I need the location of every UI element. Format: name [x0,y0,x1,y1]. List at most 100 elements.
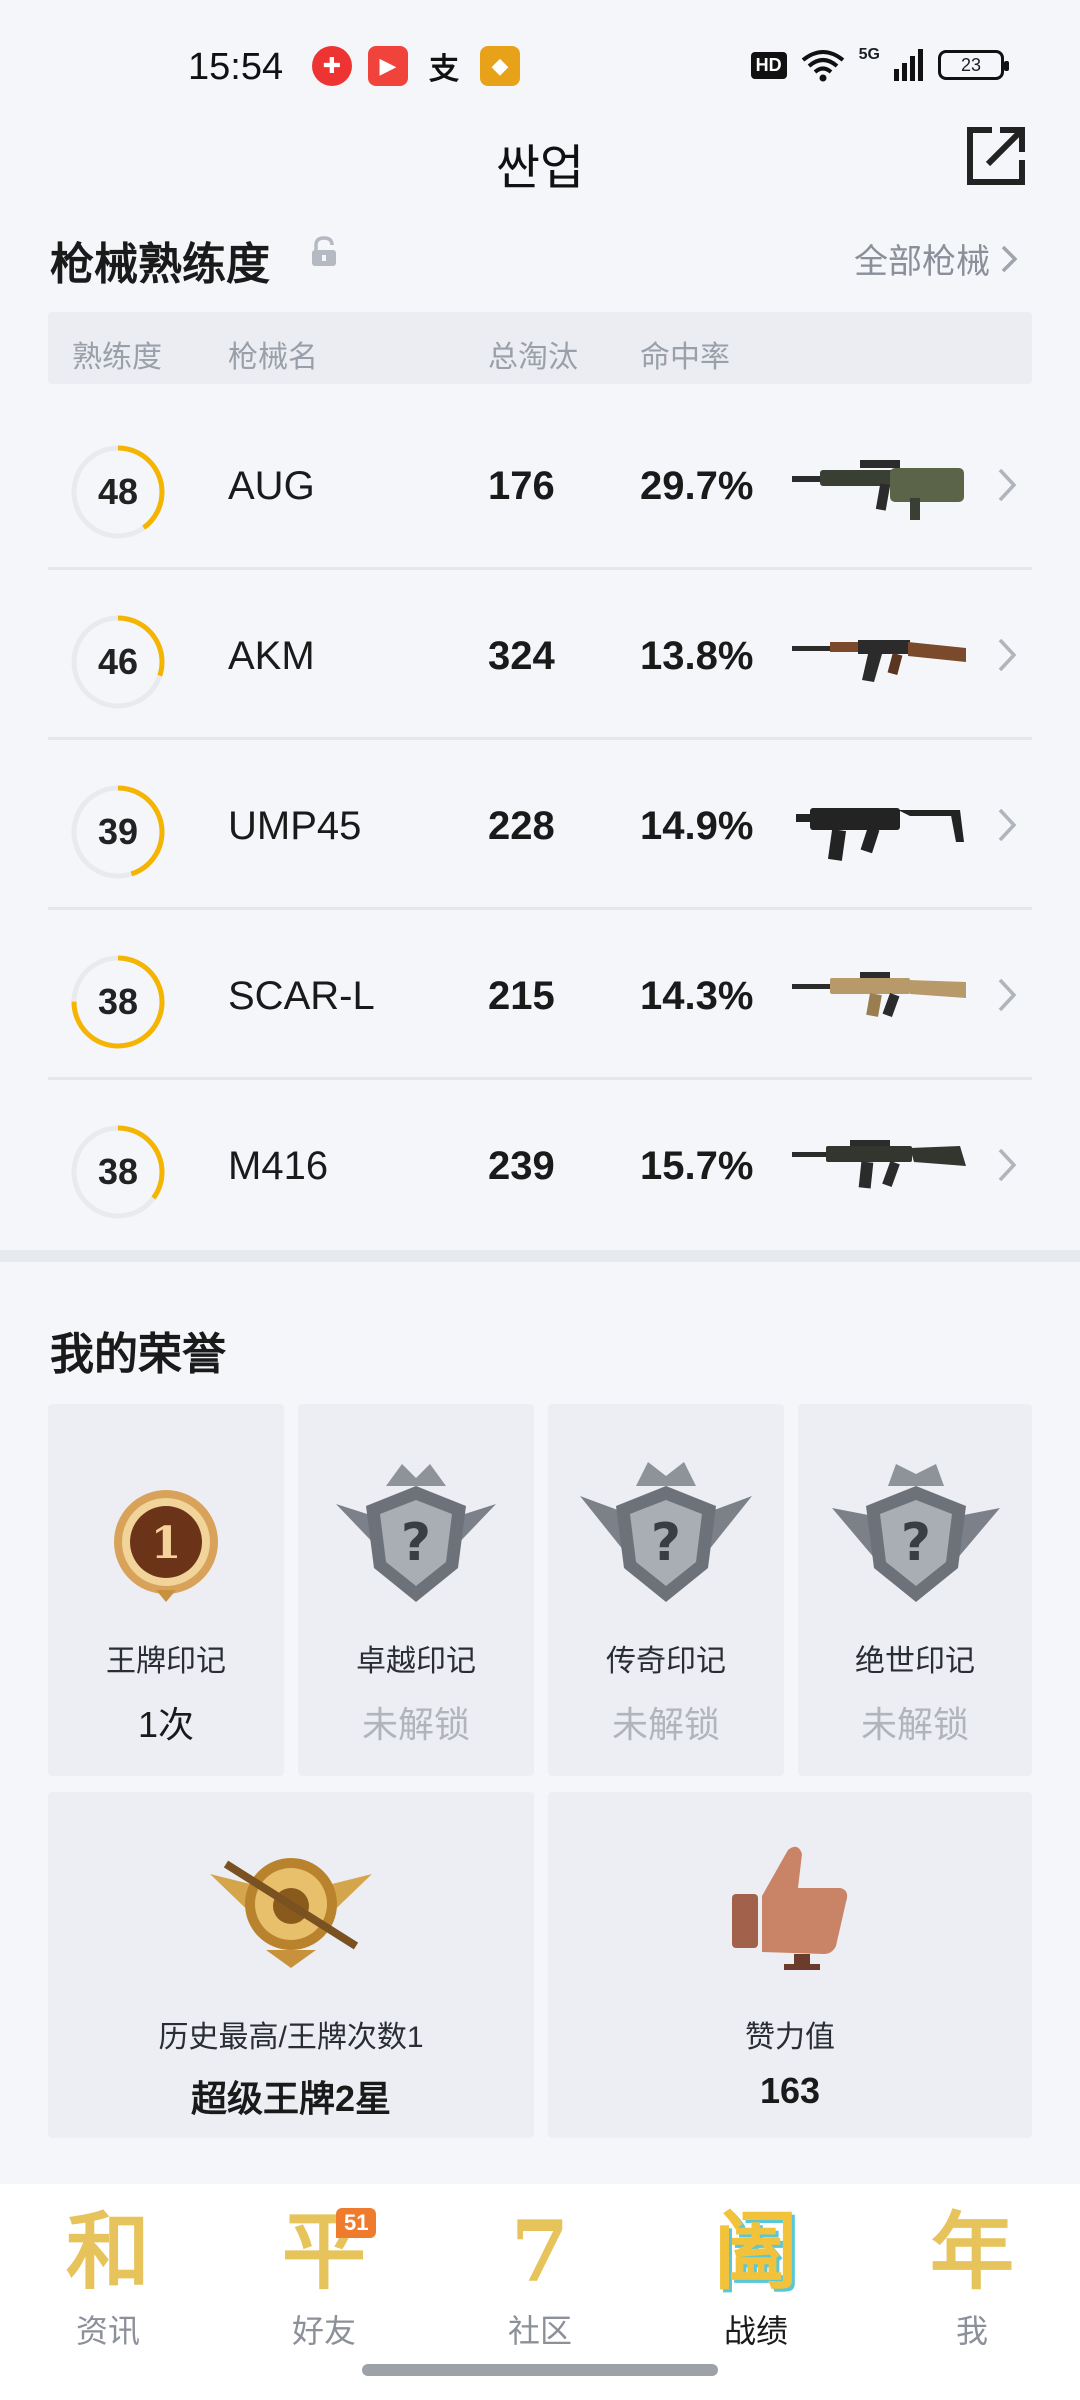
weapon-name: SCAR-L [228,974,375,1018]
community-tab-icon: 7 [510,2202,570,2301]
weapon-name: AUG [228,464,315,508]
weapon-mastery-title: 枪械熟练度 [50,240,270,289]
status-time: 15:54 [188,46,284,88]
mastery-level: 39 [97,811,139,852]
nav-item-community[interactable]: 7 社区 [470,2204,610,2352]
col-hit-rate: 命中率 [640,341,730,374]
svg-text:1: 1 [151,1518,182,1569]
likes-value: 163 [759,2070,821,2111]
hd-badge: HD [750,51,787,79]
weapon-row[interactable]: 38 M416 239 15.7% [48,1080,1032,1250]
video-app-icon: ▶ [368,46,408,86]
nav-label: 好友 [291,2313,356,2349]
scar-l-rifle-icon [792,972,966,1018]
chevron-right-icon [998,808,1017,842]
mastery-level: 38 [97,1151,139,1192]
battery-icon: 23 [938,50,1009,80]
weapon-row[interactable]: 38 SCAR-L 215 14.3% [48,910,1032,1080]
all-weapons-label: 全部枪械 [854,243,990,281]
me-tab-icon: 年 [929,2202,1014,2301]
notification-icons: ✚ ▶ 支 ◆ [312,46,520,86]
ace-mark-card[interactable]: 1 王牌印记 1次 [48,1404,284,1776]
nav-item-me[interactable]: 年 我 [902,2204,1042,2352]
mark-value: 未解锁 [860,1704,969,1745]
col-weapon-name: 枪械名 [228,341,318,374]
weapon-table-header: 熟练度 枪械名 总淘汰 命中率 [48,312,1032,384]
chevron-right-icon [998,978,1017,1012]
highest-tier-label: 历史最高/王牌次数1 [158,2021,424,2054]
weapon-name: AKM [228,634,315,678]
network-type: 5G [858,46,880,63]
thumbs-up-icon [732,1846,848,1970]
nav-item-news[interactable]: 和 资讯 [38,2204,178,2352]
wifi-icon [801,50,844,82]
akm-rifle-icon [792,640,966,682]
friends-badge: 51 [336,2208,377,2238]
mark-label: 绝世印记 [855,1645,975,1678]
mastery-level: 38 [97,981,139,1022]
peerless-mark-card[interactable]: ? 绝世印记 未解锁 [798,1404,1032,1776]
mark-label: 王牌印记 [106,1645,226,1678]
svg-text:?: ? [651,1513,681,1573]
svg-text:?: ? [401,1513,431,1573]
weapon-hit-rate: 29.7% [640,464,754,508]
chevron-right-icon [998,1148,1017,1182]
weapon-name: UMP45 [228,804,362,848]
highest-tier-card[interactable]: 历史最高/王牌次数1 超级王牌2星 [48,1792,534,2138]
aug-rifle-icon [792,460,964,520]
mark-label: 传奇印记 [606,1645,726,1678]
honors-title: 我的荣誉 [50,1330,226,1379]
lock-icon[interactable] [310,236,338,268]
share-icon[interactable] [964,124,1028,188]
weapon-kills: 176 [488,464,555,508]
news-tab-icon: 和 [65,2202,150,2301]
nav-label: 资讯 [75,2313,140,2349]
locked-emblem-icon: ? [336,1464,496,1602]
game-app-icon: ◆ [480,46,520,86]
nav-item-records[interactable]: 阖 战绩 [686,2204,826,2352]
status-indicators: HD 5G 23 [750,46,1009,82]
likes-card[interactable]: 赞力值 163 [548,1792,1032,2138]
mark-value: 未解锁 [361,1704,470,1745]
weapon-hit-rate: 14.9% [640,804,754,848]
likes-label: 赞力值 [745,2021,835,2054]
nav-label: 社区 [507,2313,572,2349]
mark-value: 1次 [137,1704,195,1745]
weapon-hit-rate: 14.3% [640,974,754,1018]
nav-item-friends[interactable]: 平 51 好友 [254,2204,394,2352]
chevron-right-icon [998,638,1017,672]
nav-label: 战绩 [723,2313,788,2349]
ace-tier-emblem-icon [210,1858,372,1968]
all-weapons-link[interactable]: 全部枪械 [854,234,1018,283]
weapon-kills: 215 [488,974,555,1018]
weapon-hit-rate: 13.8% [640,634,754,678]
weapon-row[interactable]: 48 AUG 176 29.7% [48,400,1032,570]
ump45-smg-icon [796,808,964,861]
weapon-row[interactable]: 46 AKM 324 13.8% [48,570,1032,740]
chevron-right-icon [1001,245,1018,272]
app-notification-icon: ✚ [312,46,352,86]
svg-text:?: ? [901,1513,931,1573]
mark-value: 未解锁 [611,1704,720,1745]
page-title: 싼업 [495,142,585,195]
mark-label: 卓越印记 [356,1645,476,1678]
ace-medal-icon: 1 [114,1490,218,1602]
locked-emblem-icon: ? [832,1464,1000,1602]
weapon-row[interactable]: 39 UMP45 228 14.9% [48,740,1032,910]
weapon-kills: 324 [488,634,555,678]
chevron-right-icon [998,468,1017,502]
mastery-level: 46 [97,641,139,682]
legend-mark-card[interactable]: ? 传奇印记 未解锁 [548,1404,784,1776]
excellence-mark-card[interactable]: ? 卓越印记 未解锁 [298,1404,534,1776]
battery-level: 23 [960,54,982,75]
weapon-name: M416 [228,1144,329,1188]
weapon-kills: 239 [488,1144,555,1188]
col-total-kills: 总淘汰 [488,341,578,374]
page-header: 싼업 [0,110,1080,200]
section-divider [0,1250,1080,1262]
home-indicator[interactable] [362,2364,718,2376]
weapon-hit-rate: 15.7% [640,1144,754,1188]
nav-label: 我 [955,2313,988,2349]
pay-app-icon: 支 [429,53,459,86]
mastery-level: 48 [97,471,139,512]
